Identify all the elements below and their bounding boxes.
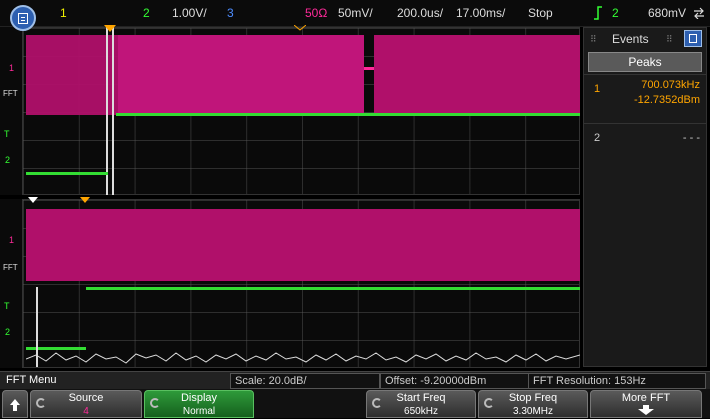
- events-title[interactable]: Events: [612, 32, 649, 46]
- noise-floor-trace: [26, 352, 580, 364]
- zoom-fft-trace: [26, 209, 580, 281]
- channel-2-label[interactable]: 2: [143, 6, 150, 20]
- zoom-trigger-tag: T: [4, 301, 10, 311]
- trigger-edge-icon: [594, 6, 602, 20]
- ch1-tag: 1: [9, 63, 15, 73]
- events-panel: ⠿ Events ⠿ Peaks 1 700.073kHz -12.7352dB…: [583, 27, 707, 367]
- events-header: ⠿ Events ⠿: [584, 28, 706, 50]
- swap-arrows-icon[interactable]: [693, 7, 705, 19]
- more-fft-label: More FFT: [621, 392, 671, 404]
- more-fft-softkey[interactable]: More FFT: [590, 390, 702, 418]
- fft-tag: FFT: [3, 89, 18, 98]
- main-waveform-panel[interactable]: 1 FFT T 2: [0, 25, 580, 195]
- stop-freq-value: 3.30MHz: [512, 406, 553, 417]
- channel-1-scale[interactable]: 1.00V/: [172, 6, 207, 20]
- peak-frequency: - - -: [682, 132, 700, 144]
- timebase-scale[interactable]: 200.0us/: [397, 6, 443, 20]
- impedance-label: 50Ω: [305, 6, 328, 20]
- stop-freq-softkey[interactable]: Stop Freq 3.30MHz: [478, 390, 588, 418]
- start-freq-label: Start Freq: [396, 392, 446, 404]
- panel-menu-button[interactable]: [684, 30, 702, 47]
- panel-menu-icon: [689, 34, 697, 43]
- zoom-channel-2-high: [86, 287, 580, 290]
- knob-icon: [372, 398, 382, 408]
- menu-icon: [18, 12, 28, 24]
- channel-2-trace-low: [26, 172, 108, 175]
- back-button[interactable]: [2, 390, 28, 418]
- knob-icon: [36, 398, 46, 408]
- scale-field[interactable]: Scale: 20.0dB/: [230, 373, 380, 389]
- start-freq-softkey[interactable]: Start Freq 650kHz: [366, 390, 476, 418]
- knob-icon: [150, 398, 160, 408]
- down-arrow-icon: [638, 405, 654, 415]
- zoom-waveform-panel[interactable]: 1 FFT T 2: [0, 197, 580, 368]
- offset-field[interactable]: Offset: -9.20000dBm: [380, 373, 530, 389]
- run-state[interactable]: Stop: [528, 6, 553, 20]
- center-marker: [294, 25, 306, 31]
- channel-2-trace-high: [116, 113, 580, 116]
- source-label: Source: [68, 392, 104, 404]
- source-softkey[interactable]: Source 4: [30, 390, 142, 418]
- source-value: 4: [83, 406, 89, 417]
- peak-row-1[interactable]: 1 700.073kHz -12.7352dBm: [584, 74, 706, 123]
- top-status-bar: 1 2 1.00V/ 3 50Ω 50mV/ 200.0us/ 17.00ms/…: [0, 0, 710, 31]
- stop-freq-label: Stop Freq: [508, 392, 558, 404]
- display-value: Normal: [182, 406, 216, 417]
- delay-value[interactable]: 17.00ms/: [456, 6, 505, 20]
- trigger-tag: T: [4, 129, 10, 139]
- zoom-ch1-tag: 1: [9, 235, 15, 245]
- peak-index: 1: [594, 83, 601, 95]
- peaks-button[interactable]: Peaks: [588, 52, 702, 72]
- zoom-trigger-marker: [80, 197, 90, 203]
- zoom-fft-tag: FFT: [3, 263, 18, 272]
- zoom-marker-left: [28, 197, 38, 203]
- zoom-window-bracket[interactable]: [106, 27, 114, 195]
- drag-handle-icon-2[interactable]: ⠿: [666, 34, 673, 45]
- fft-trace-segment-b: [118, 35, 364, 115]
- channel-1-label[interactable]: 1: [60, 6, 67, 20]
- peak-index: 2: [594, 132, 601, 144]
- channel-3-scale[interactable]: 50mV/: [338, 6, 373, 20]
- peak-level: -12.7352dBm: [633, 94, 700, 106]
- fft-resolution-field: FFT Resolution: 153Hz: [528, 373, 706, 389]
- zoom-ch2-tag: 2: [5, 327, 11, 337]
- fft-trace-gap-marker: [364, 67, 374, 70]
- peak-row-2[interactable]: 2 - - -: [584, 123, 706, 172]
- softkey-bar: Source 4 Display Normal Start Freq 650kH…: [0, 389, 710, 418]
- knob-icon: [484, 398, 494, 408]
- app-menu-button[interactable]: [10, 5, 36, 31]
- drag-handle-icon[interactable]: ⠿: [590, 34, 597, 45]
- start-freq-value: 650kHz: [404, 406, 438, 417]
- trigger-level[interactable]: 680mV: [648, 6, 686, 20]
- fft-trace-segment-c: [374, 35, 580, 115]
- trigger-position-marker: [104, 25, 116, 32]
- ch2-tag: 2: [5, 155, 11, 165]
- menu-title: FFT Menu: [6, 374, 57, 386]
- channel-3-label[interactable]: 3: [227, 6, 234, 20]
- display-label: Display: [180, 392, 218, 404]
- trigger-source[interactable]: 2: [612, 6, 619, 20]
- up-arrow-icon: [10, 399, 20, 411]
- status-bar: FFT Menu Scale: 20.0dB/ Offset: -9.20000…: [0, 371, 710, 389]
- display-softkey[interactable]: Display Normal: [144, 390, 254, 418]
- peak-frequency: 700.073kHz: [641, 79, 700, 91]
